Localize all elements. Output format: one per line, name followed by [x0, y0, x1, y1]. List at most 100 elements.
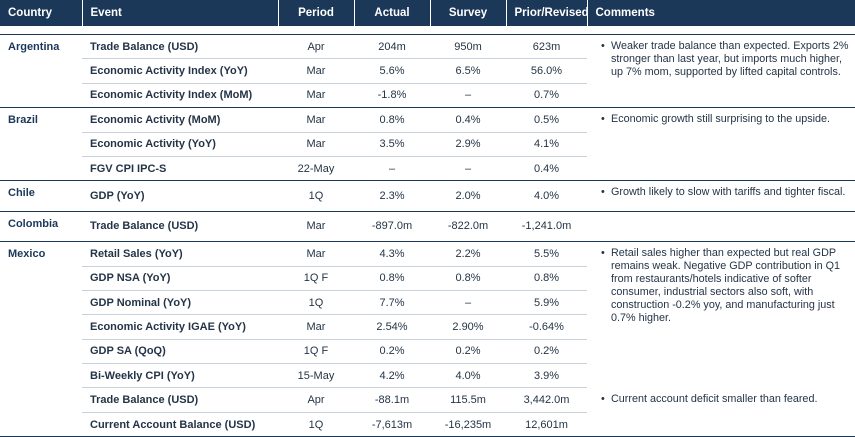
header-survey: Survey — [430, 0, 507, 26]
period-cell: 1Q — [278, 180, 354, 212]
survey-cell: 2.2% — [430, 241, 506, 267]
actual-cell: 4.3% — [354, 241, 430, 267]
comment-text: Retail sales higher than expected but re… — [611, 247, 841, 325]
prior-cell: -0.64% — [506, 314, 587, 340]
comment-cell: • Retail sales higher than expected but r… — [587, 242, 855, 388]
survey-cell: -16,235m — [430, 412, 506, 437]
prior-cell: 0.8% — [506, 266, 587, 291]
comment-cell — [587, 211, 855, 243]
event-cell: Economic Activity (MoM) — [82, 107, 278, 133]
period-cell: Apr — [278, 34, 354, 60]
bullet-icon: • — [601, 186, 605, 199]
country-cell: Colombia — [0, 211, 82, 243]
prior-cell: 5.9% — [506, 290, 587, 316]
bullet-icon: • — [601, 40, 605, 52]
actual-cell: -1.8% — [354, 83, 430, 109]
prior-cell: 5.5% — [506, 241, 587, 267]
header-actual: Actual — [354, 0, 431, 26]
country-cell: Brazil — [0, 107, 82, 182]
actual-cell: 2.54% — [354, 314, 430, 340]
period-cell: Mar — [278, 58, 354, 84]
actual-cell: 0.2% — [354, 339, 430, 365]
actual-cell: -7,613m — [354, 412, 430, 437]
table-row: Trade Balance (USD) Apr -88.1m 115.5m 3,442.… — [0, 387, 855, 437]
comment-text: Current account deficit smaller than fea… — [611, 392, 818, 405]
table-row: Argentina Trade Balance (USD) Apr 204m 950m 6… — [0, 34, 855, 109]
prior-cell: 0.4% — [506, 156, 587, 182]
comment-text: Weaker trade balance than expected. Expo… — [611, 40, 849, 78]
event-cell: GDP (YoY) — [82, 180, 278, 212]
actual-cell: 0.8% — [354, 266, 430, 291]
header-comments: Comments — [587, 0, 855, 26]
period-cell: 1Q F — [278, 339, 354, 365]
survey-cell: 115.5m — [430, 387, 506, 413]
period-cell: 22-May — [278, 156, 354, 182]
table-row: Colombia Trade Balance (USD) Mar -897.0m -82… — [0, 211, 855, 243]
prior-cell: 4.1% — [506, 132, 587, 157]
actual-cell: – — [354, 156, 430, 182]
header-row: Country Event Period Actual Survey Prior… — [0, 0, 855, 26]
comment-cell: • Weaker trade balance than expected. Exp… — [587, 34, 855, 109]
period-cell: Mar — [278, 211, 354, 243]
prior-cell: 56.0% — [506, 58, 587, 84]
actual-cell: 204m — [354, 34, 430, 60]
event-cell: Current Account Balance (USD) — [82, 412, 278, 437]
survey-cell: 2.90% — [430, 314, 506, 340]
period-cell: Mar — [278, 132, 354, 157]
event-cell: Bi-Weekly CPI (YoY) — [82, 363, 278, 389]
actual-cell: 3.5% — [354, 132, 430, 157]
comment-cell: • Current account deficit smaller than fe… — [587, 387, 855, 437]
prior-cell: 623m — [506, 34, 587, 60]
period-cell: 1Q F — [278, 266, 354, 291]
comment-text: Economic growth still surprising to the … — [611, 113, 831, 126]
table-row: Chile GDP (YoY) 1Q 2.3% 2.0% 4.0% • Growth like… — [0, 180, 855, 212]
actual-cell: 2.3% — [354, 180, 430, 212]
survey-cell: 0.8% — [430, 266, 506, 291]
actual-cell: 5.6% — [354, 58, 430, 84]
comment-text: Growth likely to slow with tariffs and t… — [611, 186, 846, 199]
period-cell: 15-May — [278, 363, 354, 389]
period-cell: Mar — [278, 314, 354, 340]
survey-cell: – — [430, 290, 506, 316]
survey-cell: – — [430, 83, 506, 109]
prior-cell: 12,601m — [506, 412, 587, 437]
event-cell: Economic Activity Index (YoY) — [82, 58, 278, 84]
event-cell: Economic Activity Index (MoM) — [82, 83, 278, 109]
header-event: Event — [82, 0, 279, 26]
survey-cell: 2.0% — [430, 180, 506, 212]
prior-cell: 3,442.0m — [506, 387, 587, 413]
survey-cell: 0.2% — [430, 339, 506, 365]
header-prior: Prior/Revised — [506, 0, 589, 26]
header-period: Period — [278, 0, 355, 26]
period-cell: Mar — [278, 83, 354, 109]
survey-cell: 2.9% — [430, 132, 506, 157]
actual-cell: 0.8% — [354, 107, 430, 133]
table-body: Argentina Trade Balance (USD) Apr 204m 950m 6… — [0, 34, 855, 437]
header-country: Country — [0, 0, 83, 26]
survey-cell: 6.5% — [430, 58, 506, 84]
comment-cell: • Economic growth still surprising to the… — [587, 107, 855, 182]
prior-cell: 0.7% — [506, 83, 587, 109]
bullet-icon: • — [601, 392, 605, 405]
survey-cell: 0.4% — [430, 107, 506, 133]
prior-cell: -1,241.0m — [506, 211, 587, 243]
event-cell: GDP NSA (YoY) — [82, 266, 278, 291]
country-cell: Mexico — [0, 241, 82, 437]
survey-cell: -822.0m — [430, 211, 506, 243]
event-cell: Economic Activity IGAE (YoY) — [82, 314, 278, 340]
comment-cell: • Growth likely to slow with tariffs and … — [587, 180, 855, 212]
economic-data-table: Country Event Period Actual Survey Prior… — [0, 0, 855, 437]
survey-cell: – — [430, 156, 506, 182]
event-cell: GDP SA (QoQ) — [82, 339, 278, 365]
period-cell: Apr — [278, 387, 354, 413]
prior-cell: 0.5% — [506, 107, 587, 133]
table-row: Brazil Economic Activity (MoM) Mar 0.8% 0.4%… — [0, 107, 855, 182]
bullet-icon: • — [601, 247, 605, 260]
event-cell: Trade Balance (USD) — [82, 387, 278, 413]
event-cell: FGV CPI IPC-S — [82, 156, 278, 182]
country-cell: Chile — [0, 180, 82, 212]
survey-cell: 950m — [430, 34, 506, 60]
period-cell: Mar — [278, 241, 354, 267]
event-cell: Trade Balance (USD) — [82, 34, 278, 60]
table-row: Mexico Retail Sales (YoY) Mar 4.3% 2.2% 5.5% •… — [0, 241, 855, 437]
